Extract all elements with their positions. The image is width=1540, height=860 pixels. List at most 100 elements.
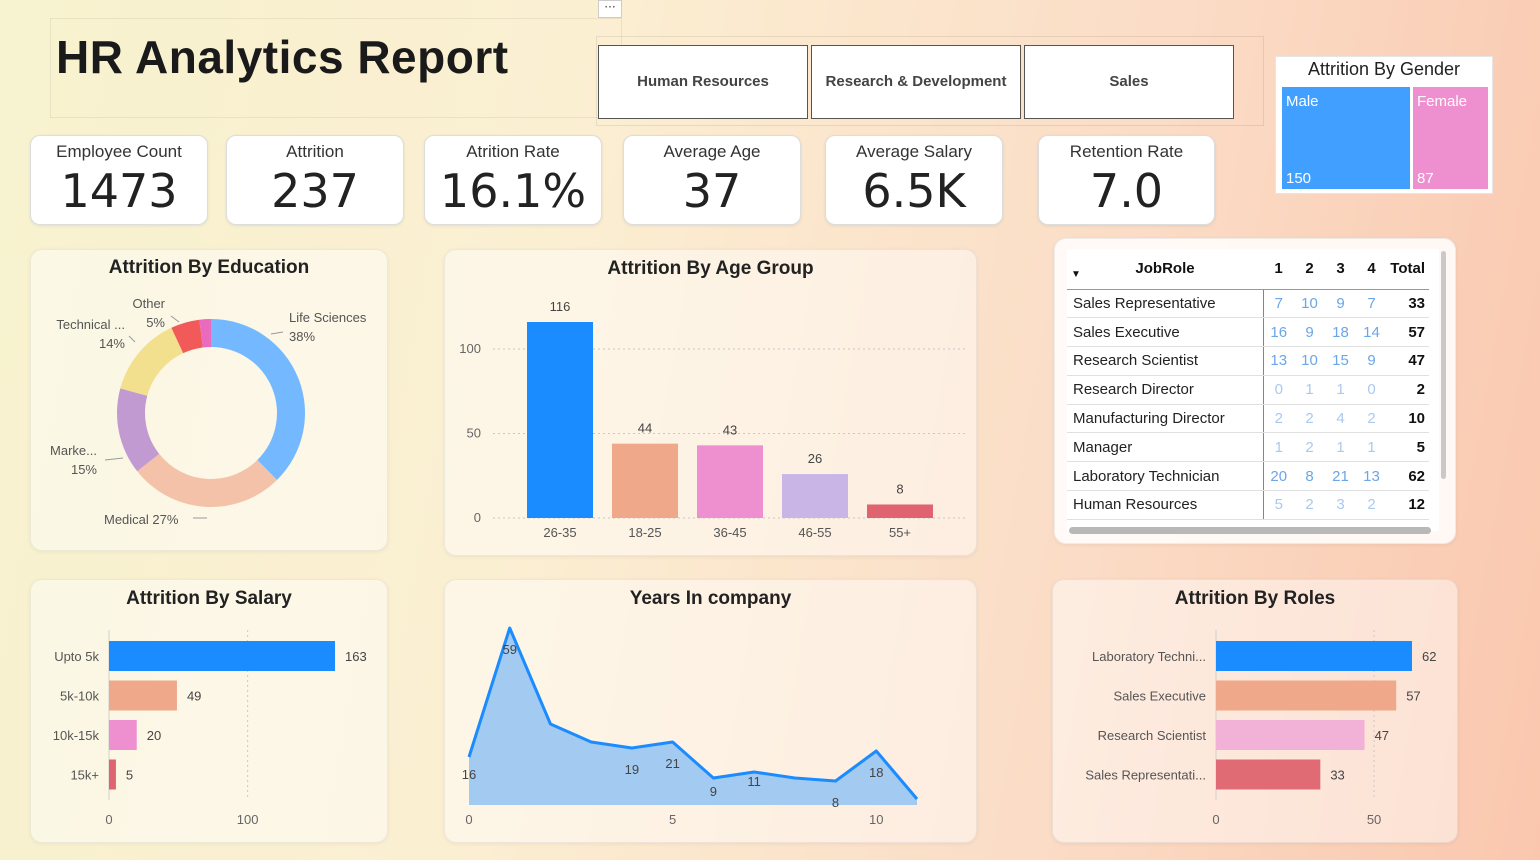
cell-value: 4 — [1325, 404, 1356, 434]
table-row[interactable]: Research Director 0 1 1 0 2 — [1067, 375, 1429, 405]
data-label: 44 — [638, 421, 652, 436]
cell-value: 5 — [1263, 490, 1294, 520]
donut-slice — [137, 453, 277, 507]
y-category-label: Sales Representati... — [1085, 768, 1206, 783]
x-tick-label: 50 — [1367, 812, 1381, 827]
cell-value: 7 — [1356, 289, 1387, 319]
table-row[interactable]: Manager 1 2 1 1 5 — [1067, 432, 1429, 463]
data-label: Life Sciences — [289, 310, 367, 325]
data-label: 163 — [345, 649, 367, 664]
data-label: 15% — [71, 462, 97, 477]
cell-total: 33 — [1387, 289, 1429, 319]
cell-value: 2 — [1294, 432, 1325, 463]
header-col-3[interactable]: 3 — [1325, 249, 1356, 290]
cell-value: 1 — [1325, 375, 1356, 405]
vertical-scrollbar[interactable] — [1441, 251, 1446, 479]
kpi-attrition: Attrition 237 — [226, 135, 404, 225]
x-tick-label: 26-35 — [543, 525, 576, 540]
x-tick-label: 18-25 — [628, 525, 661, 540]
slicer-human-resources[interactable]: Human Resources — [598, 45, 808, 119]
slicer-research-development[interactable]: Research & Development — [811, 45, 1021, 119]
cell-value: 2 — [1356, 490, 1387, 520]
header-total[interactable]: Total — [1387, 249, 1429, 290]
y-category-label: Laboratory Techni... — [1092, 649, 1206, 664]
x-tick-label: 0 — [465, 812, 472, 827]
cell-value: 13 — [1356, 461, 1387, 492]
table-row[interactable]: Research Scientist 13 10 15 9 47 — [1067, 346, 1429, 376]
header-label: JobRole — [1135, 260, 1195, 278]
cell-total: 12 — [1387, 490, 1429, 520]
table-row[interactable]: Laboratory Technician 20 8 21 13 62 — [1067, 461, 1429, 492]
header-col-1[interactable]: 1 — [1263, 249, 1294, 290]
cell-value: 1 — [1325, 432, 1356, 463]
x-tick-label: 36-45 — [713, 525, 746, 540]
gender-value: 150 — [1286, 170, 1312, 187]
cell-value: 14 — [1356, 317, 1387, 348]
education-panel: Attrition By Education Life Sciences 38% M… — [30, 249, 388, 551]
salary-panel: Attrition By Salary 0 100 163 Upto 5k 49 5k-1… — [30, 579, 388, 843]
years-panel: Years In company 16 59 19 21 9 11 8 18 0 5 10 — [444, 579, 977, 843]
slicer-sales[interactable]: Sales — [1024, 45, 1234, 119]
education-donut-chart: Life Sciences 38% Medical 27% Marke... 15% Te… — [50, 296, 367, 527]
data-label: 5 — [126, 768, 133, 783]
kpi-label: Average Age — [663, 142, 761, 161]
table-row[interactable]: Manufacturing Director 2 2 4 2 10 — [1067, 404, 1429, 434]
data-label: 16 — [462, 767, 476, 782]
horizontal-scrollbar[interactable] — [1069, 527, 1431, 534]
bar — [1216, 680, 1397, 711]
kpi-label: Atrition Rate — [466, 142, 560, 161]
header-col-4[interactable]: 4 — [1356, 249, 1387, 290]
jobrole-table-panel: ▼ JobRole 1 2 3 4 Total Sales Representa… — [1054, 238, 1456, 544]
sort-down-icon[interactable]: ▼ — [1071, 269, 1081, 280]
gender-value: 87 — [1417, 170, 1434, 187]
bar — [697, 445, 763, 518]
cell-value: 20 — [1263, 461, 1294, 492]
data-label: 116 — [550, 299, 571, 314]
data-label: Medical 27% — [104, 512, 179, 527]
table-row[interactable]: Sales Executive 16 9 18 14 57 — [1067, 317, 1429, 348]
cell-value: 21 — [1325, 461, 1356, 492]
data-label: 59 — [502, 642, 516, 657]
roles-panel: Attrition By Roles 0 50 62 Laboratory Techn… — [1052, 579, 1458, 843]
header-jobrole[interactable]: ▼ JobRole — [1067, 249, 1263, 290]
kpi-value: 37 — [682, 164, 742, 218]
bar — [782, 474, 848, 518]
data-label: 33 — [1330, 768, 1344, 783]
data-label: Marke... — [50, 443, 97, 458]
cell-value: 10 — [1294, 346, 1325, 376]
x-tick-label: 46-55 — [798, 525, 831, 540]
gender-name: Female — [1417, 93, 1468, 110]
bar — [109, 641, 335, 671]
x-tick-label: 10 — [869, 812, 883, 827]
cell-value: 1 — [1263, 432, 1294, 463]
salary-bar-chart: 0 100 163 Upto 5k 49 5k-10k 20 10k-15k 5 15k+ — [53, 630, 367, 827]
leader-line — [128, 335, 136, 343]
header-col-2[interactable]: 2 — [1294, 249, 1325, 290]
cell-jobrole: Sales Representative — [1067, 289, 1264, 319]
kpi-label: Attrition — [286, 142, 344, 161]
bar — [109, 680, 177, 711]
data-label: 26 — [808, 451, 822, 466]
data-label: 20 — [147, 728, 161, 743]
gender-name: Male — [1286, 93, 1319, 110]
bar — [1216, 720, 1365, 750]
data-label: 11 — [747, 774, 761, 789]
gender-cell-male[interactable]: Male 150 — [1282, 87, 1410, 189]
data-label: 14% — [99, 336, 125, 351]
table-row[interactable]: Sales Representative 7 10 9 7 33 — [1067, 289, 1429, 319]
data-label: 18 — [869, 765, 883, 780]
data-label: 8 — [896, 481, 903, 496]
kpi-label: Retention Rate — [1069, 142, 1184, 161]
data-label: Other — [132, 296, 165, 311]
cell-value: 8 — [1294, 461, 1325, 492]
more-options-icon[interactable]: ··· — [598, 0, 622, 18]
leader-line — [104, 457, 124, 461]
cell-total: 47 — [1387, 346, 1429, 376]
cell-value: 2 — [1263, 404, 1294, 434]
gender-cell-female[interactable]: Female 87 — [1413, 87, 1488, 189]
table-row[interactable]: Human Resources 5 2 3 2 12 — [1067, 490, 1429, 520]
cell-value: 13 — [1263, 346, 1294, 376]
cell-total: 10 — [1387, 404, 1429, 434]
age-group-panel: Attrition By Age Group 0 50 100 116 26-35 44 1… — [444, 249, 977, 556]
cell-jobrole: Research Director — [1067, 375, 1264, 405]
